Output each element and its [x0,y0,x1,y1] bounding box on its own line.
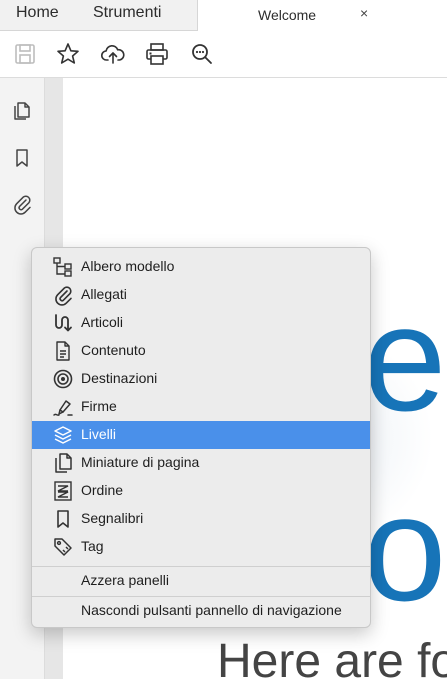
print-icon[interactable] [144,41,170,67]
menu-item-label: Segnalibri [81,510,144,526]
order-icon [52,480,74,502]
menu-item-segnalibri[interactable]: Segnalibri [32,505,370,533]
menu-item-nascondi-pulsanti[interactable]: Nascondi pulsanti pannello di navigazion… [32,597,370,625]
zoom-icon[interactable] [189,41,215,67]
star-icon[interactable] [55,41,81,67]
menu-item-label: Albero modello [81,258,175,274]
document-subtitle: Here are fo [217,635,447,679]
menu-item-contenuto[interactable]: Contenuto [32,337,370,365]
attachment-icon[interactable] [11,193,33,215]
menu-item-firme[interactable]: Firme [32,393,370,421]
tab-bar: Home Strumenti Welcome × [0,0,447,31]
menu-item-label: Firme [81,398,117,414]
menu-item-articoli[interactable]: Articoli [32,309,370,337]
bookmark-icon[interactable] [11,147,33,169]
pages-icon[interactable] [11,100,33,122]
menu-item-label: Azzera panelli [81,572,169,588]
tab-document-label: Welcome [258,7,317,23]
menu-item-livelli[interactable]: Livelli [32,421,370,449]
menu-item-tag[interactable]: Tag [32,533,370,561]
content-icon [52,340,74,362]
signature-icon [52,396,74,418]
menu-item-label: Contenuto [81,342,146,358]
tab-home[interactable]: Home [16,4,59,22]
menu-item-label: Articoli [81,314,124,330]
save-icon[interactable] [12,41,38,67]
toolbar [0,31,447,78]
menu-item-albero-modello[interactable]: Albero modello [32,253,370,281]
menu-item-label: Ordine [81,482,124,498]
target-icon [52,368,74,390]
menu-item-allegati[interactable]: Allegati [32,281,370,309]
navigation-panels-menu: Albero modello Allegati Articoli Contenu… [31,247,371,628]
tab-tools[interactable]: Strumenti [93,4,161,22]
menu-item-label: Nascondi pulsanti pannello di navigazion… [81,602,342,618]
tree-icon [52,256,74,278]
tag-icon [52,536,74,558]
menu-item-label: Allegati [81,286,127,302]
close-icon[interactable]: × [360,5,368,21]
tab-document[interactable]: Welcome × [197,0,447,31]
document-heading-line-2: oc [363,464,447,632]
menu-item-miniature-di-pagina[interactable]: Miniature di pagina [32,449,370,477]
menu-item-ordine[interactable]: Ordine [32,477,370,505]
menu-item-azzera-panelli[interactable]: Azzera panelli [32,567,370,595]
menu-item-label: Destinazioni [81,370,158,386]
menu-item-label: Tag [81,538,104,554]
document-heading-line-1: el [363,274,447,442]
thumbnails-icon [52,452,74,474]
menu-item-label: Livelli [81,426,117,442]
cloud-upload-icon[interactable] [100,41,126,67]
layers-icon [52,424,74,446]
menu-item-destinazioni[interactable]: Destinazioni [32,365,370,393]
bookmark-icon [52,508,74,530]
paperclip-icon [52,284,74,306]
menu-item-label: Miniature di pagina [81,454,200,470]
articles-icon [52,312,74,334]
